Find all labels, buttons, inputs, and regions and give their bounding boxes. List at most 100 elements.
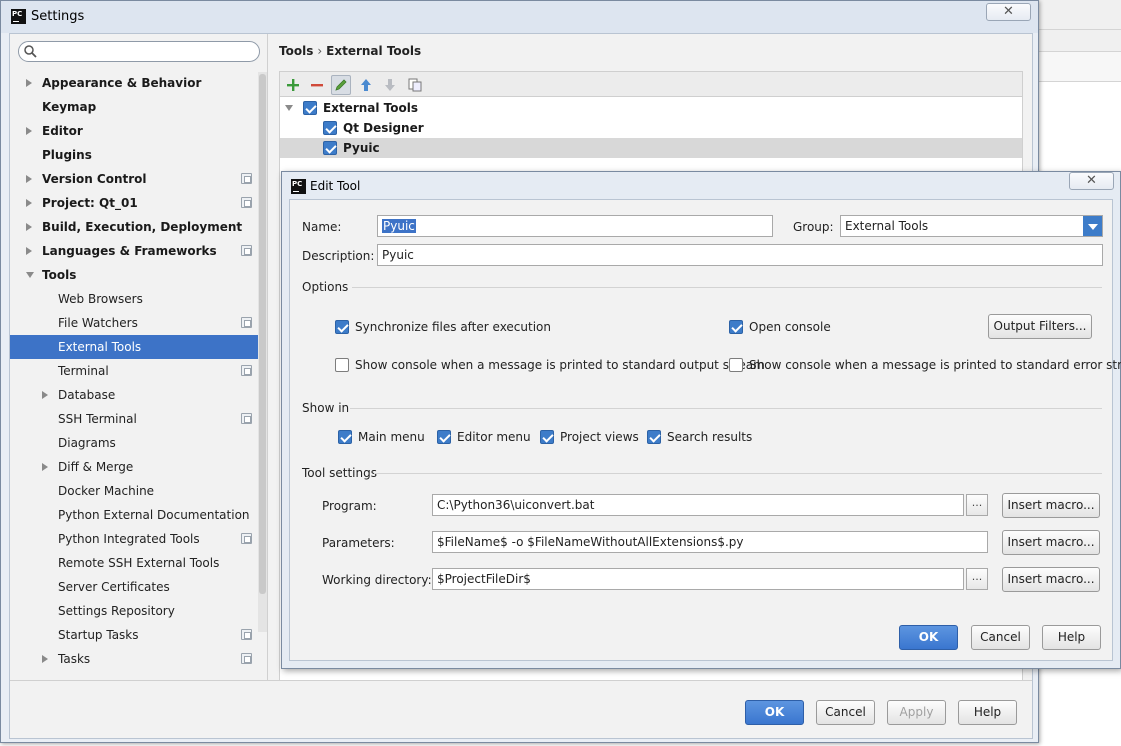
tool-group-row[interactable]: External Tools [280, 98, 1022, 118]
group-select[interactable]: External Tools [840, 215, 1103, 237]
chevron-right-icon[interactable] [42, 655, 48, 663]
chevron-right-icon[interactable] [26, 247, 32, 255]
tool-settings-divider [374, 473, 1102, 474]
sidebar-item-database[interactable]: Database [10, 383, 267, 407]
sidebar-item-tools[interactable]: Tools [10, 263, 267, 287]
edit-icon [335, 79, 347, 91]
move-up-button[interactable] [356, 75, 376, 95]
chevron-right-icon[interactable] [42, 391, 48, 399]
sidebar-item-languages-frameworks[interactable]: Languages & Frameworks [10, 239, 267, 263]
copy-icon [408, 78, 422, 92]
description-label: Description: [302, 249, 375, 263]
program-insert-macro-button[interactable]: Insert macro... [1002, 493, 1100, 518]
sidebar-item-python-external-documentation[interactable]: Python External Documentation [10, 503, 267, 527]
external-tools-toolbar [279, 71, 1023, 97]
description-value: Pyuic [382, 248, 414, 262]
show-in-divider [350, 408, 1102, 409]
remove-tool-button[interactable] [307, 75, 327, 95]
edit-tool-close-button[interactable]: ✕ [1069, 172, 1114, 190]
working-directory-browse-button[interactable]: ... [966, 568, 988, 590]
sidebar-item-appearance-behavior[interactable]: Appearance & Behavior [10, 71, 267, 95]
edit-tool-ok-button[interactable]: OK [899, 625, 958, 650]
chevron-right-icon[interactable] [42, 463, 48, 471]
console-stdout-checkbox[interactable] [335, 358, 349, 372]
working-directory-insert-macro-button[interactable]: Insert macro... [1002, 567, 1100, 592]
sidebar-item-docker-machine[interactable]: Docker Machine [10, 479, 267, 503]
sidebar-item-ssh-terminal[interactable]: SSH Terminal [10, 407, 267, 431]
project-level-icon [241, 245, 252, 256]
sidebar-item-diff-merge[interactable]: Diff & Merge [10, 455, 267, 479]
chevron-down-icon[interactable] [1083, 216, 1102, 236]
program-field[interactable]: C:\Python36\uiconvert.bat [432, 494, 964, 516]
sync-files-checkbox[interactable] [335, 320, 349, 334]
sidebar-item-version-control[interactable]: Version Control [10, 167, 267, 191]
settings-search[interactable] [18, 41, 260, 62]
chevron-down-icon[interactable] [26, 272, 34, 278]
move-down-button[interactable] [380, 75, 400, 95]
chevron-right-icon[interactable] [26, 199, 32, 207]
edit-tool-cancel-button[interactable]: Cancel [971, 625, 1030, 650]
description-field[interactable]: Pyuic [377, 244, 1103, 266]
sidebar-item-project-qt-01[interactable]: Project: Qt_01 [10, 191, 267, 215]
project-level-icon [241, 413, 252, 424]
console-stderr-checkbox[interactable] [729, 358, 743, 372]
sidebar-item-server-certificates[interactable]: Server Certificates [10, 575, 267, 599]
sidebar-item-settings-repository[interactable]: Settings Repository [10, 599, 267, 623]
program-browse-button[interactable]: ... [966, 494, 988, 516]
show-editor-menu-checkbox[interactable] [437, 430, 451, 444]
tool-row-pyuic[interactable]: Pyuic [280, 138, 1022, 158]
sidebar-item-keymap[interactable]: Keymap [10, 95, 267, 119]
copy-tool-button[interactable] [405, 75, 425, 95]
sidebar-item-tasks[interactable]: Tasks [10, 647, 267, 671]
sidebar-item-editor[interactable]: Editor [10, 119, 267, 143]
tool-group-checkbox[interactable] [303, 101, 317, 115]
sidebar-item-build-execution-deployment[interactable]: Build, Execution, Deployment [10, 215, 267, 239]
sidebar-item-python-integrated-tools[interactable]: Python Integrated Tools [10, 527, 267, 551]
tool-row-qt-designer[interactable]: Qt Designer [280, 118, 1022, 138]
output-filters-button[interactable]: Output Filters... [988, 314, 1092, 339]
breadcrumb-separator: › [317, 44, 323, 58]
chevron-right-icon[interactable] [26, 223, 32, 231]
show-search-results-checkbox[interactable] [647, 430, 661, 444]
chevron-right-icon[interactable] [26, 175, 32, 183]
tool-checkbox-qt-designer[interactable] [323, 121, 337, 135]
search-input[interactable] [41, 43, 251, 60]
show-project-views-checkbox[interactable] [540, 430, 554, 444]
working-directory-value: $ProjectFileDir$ [437, 572, 531, 586]
parameters-insert-macro-button[interactable]: Insert macro... [1002, 530, 1100, 555]
chevron-right-icon[interactable] [26, 127, 32, 135]
chevron-right-icon[interactable] [26, 79, 32, 87]
sidebar-item-external-tools[interactable]: External Tools [10, 335, 267, 359]
settings-help-button[interactable]: Help [958, 700, 1017, 725]
sidebar-item-diagrams[interactable]: Diagrams [10, 431, 267, 455]
console-stdout-label: Show console when a message is printed t… [355, 358, 765, 372]
settings-ok-button[interactable]: OK [745, 700, 804, 725]
pycharm-logo-icon: PC [291, 179, 306, 194]
add-tool-button[interactable] [283, 75, 303, 95]
sidebar-item-plugins[interactable]: Plugins [10, 143, 267, 167]
sidebar-item-label: Editor [42, 124, 83, 138]
sidebar-scrollbar-thumb[interactable] [259, 74, 266, 594]
settings-button-bar: OK Cancel Apply Help [10, 680, 1032, 738]
edit-tool-button[interactable] [331, 75, 351, 95]
sidebar-item-file-watchers[interactable]: File Watchers [10, 311, 267, 335]
settings-cancel-button[interactable]: Cancel [816, 700, 875, 725]
name-field[interactable]: Pyuic [377, 215, 773, 237]
sidebar-item-remote-ssh-external-tools[interactable]: Remote SSH External Tools [10, 551, 267, 575]
parameters-field[interactable]: $FileName$ -o $FileNameWithoutAllExtensi… [432, 531, 988, 553]
tool-label-qt-designer: Qt Designer [343, 121, 424, 135]
sidebar-item-web-browsers[interactable]: Web Browsers [10, 287, 267, 311]
sidebar-item-label: Diagrams [58, 436, 116, 450]
show-main-menu-checkbox[interactable] [338, 430, 352, 444]
edit-tool-help-button[interactable]: Help [1042, 625, 1101, 650]
sidebar-item-terminal[interactable]: Terminal [10, 359, 267, 383]
settings-apply-button[interactable]: Apply [887, 700, 946, 725]
open-console-checkbox[interactable] [729, 320, 743, 334]
sidebar-item-startup-tasks[interactable]: Startup Tasks [10, 623, 267, 647]
background-toolbar [1038, 52, 1121, 82]
tool-checkbox-pyuic[interactable] [323, 141, 337, 155]
working-directory-field[interactable]: $ProjectFileDir$ [432, 568, 964, 590]
chevron-down-icon[interactable] [285, 105, 293, 111]
options-divider [352, 287, 1102, 288]
settings-close-button[interactable]: ✕ [986, 3, 1031, 21]
